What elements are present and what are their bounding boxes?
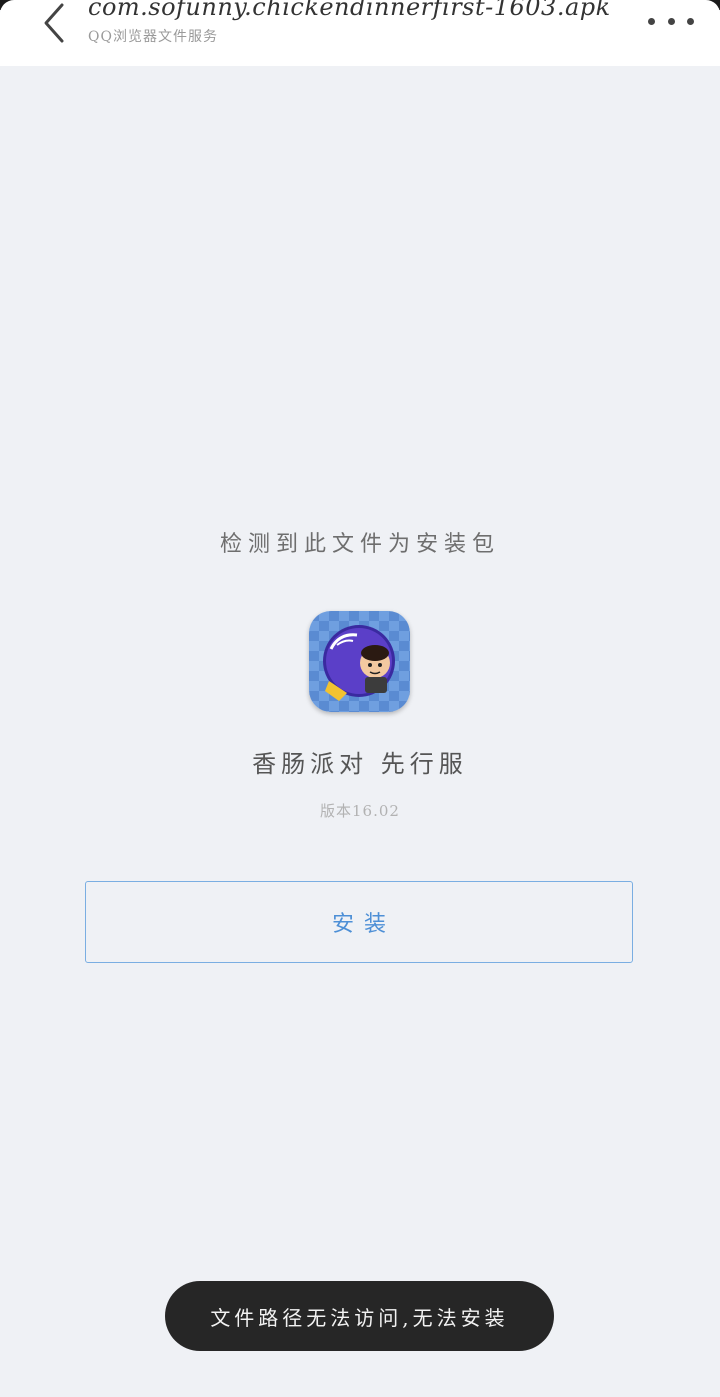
title-block: com.sofunny.chickendinnerfirst-1603.apk …: [88, 0, 628, 47]
detect-message: 检测到此文件为安装包: [219, 532, 500, 557]
chevron-left-icon: [44, 3, 64, 43]
more-horizontal-icon: [687, 17, 694, 25]
back-button[interactable]: [30, 0, 80, 46]
toast-message: 文件路径无法访问,无法安装: [165, 1281, 554, 1351]
more-button[interactable]: [648, 8, 694, 34]
app-icon: [309, 611, 410, 712]
app-name: 香肠派对 先行服: [252, 750, 468, 778]
more-horizontal-icon: [648, 17, 655, 25]
top-app-bar: com.sofunny.chickendinnerfirst-1603.apk …: [0, 0, 720, 66]
more-horizontal-icon: [667, 17, 675, 25]
app-version: 版本16.02: [320, 802, 400, 820]
install-button[interactable]: 安装: [85, 881, 633, 963]
file-subtitle: QQ浏览器文件服务: [88, 29, 218, 45]
file-title: com.sofunny.chickendinnerfirst-1603.apk: [88, 0, 611, 21]
